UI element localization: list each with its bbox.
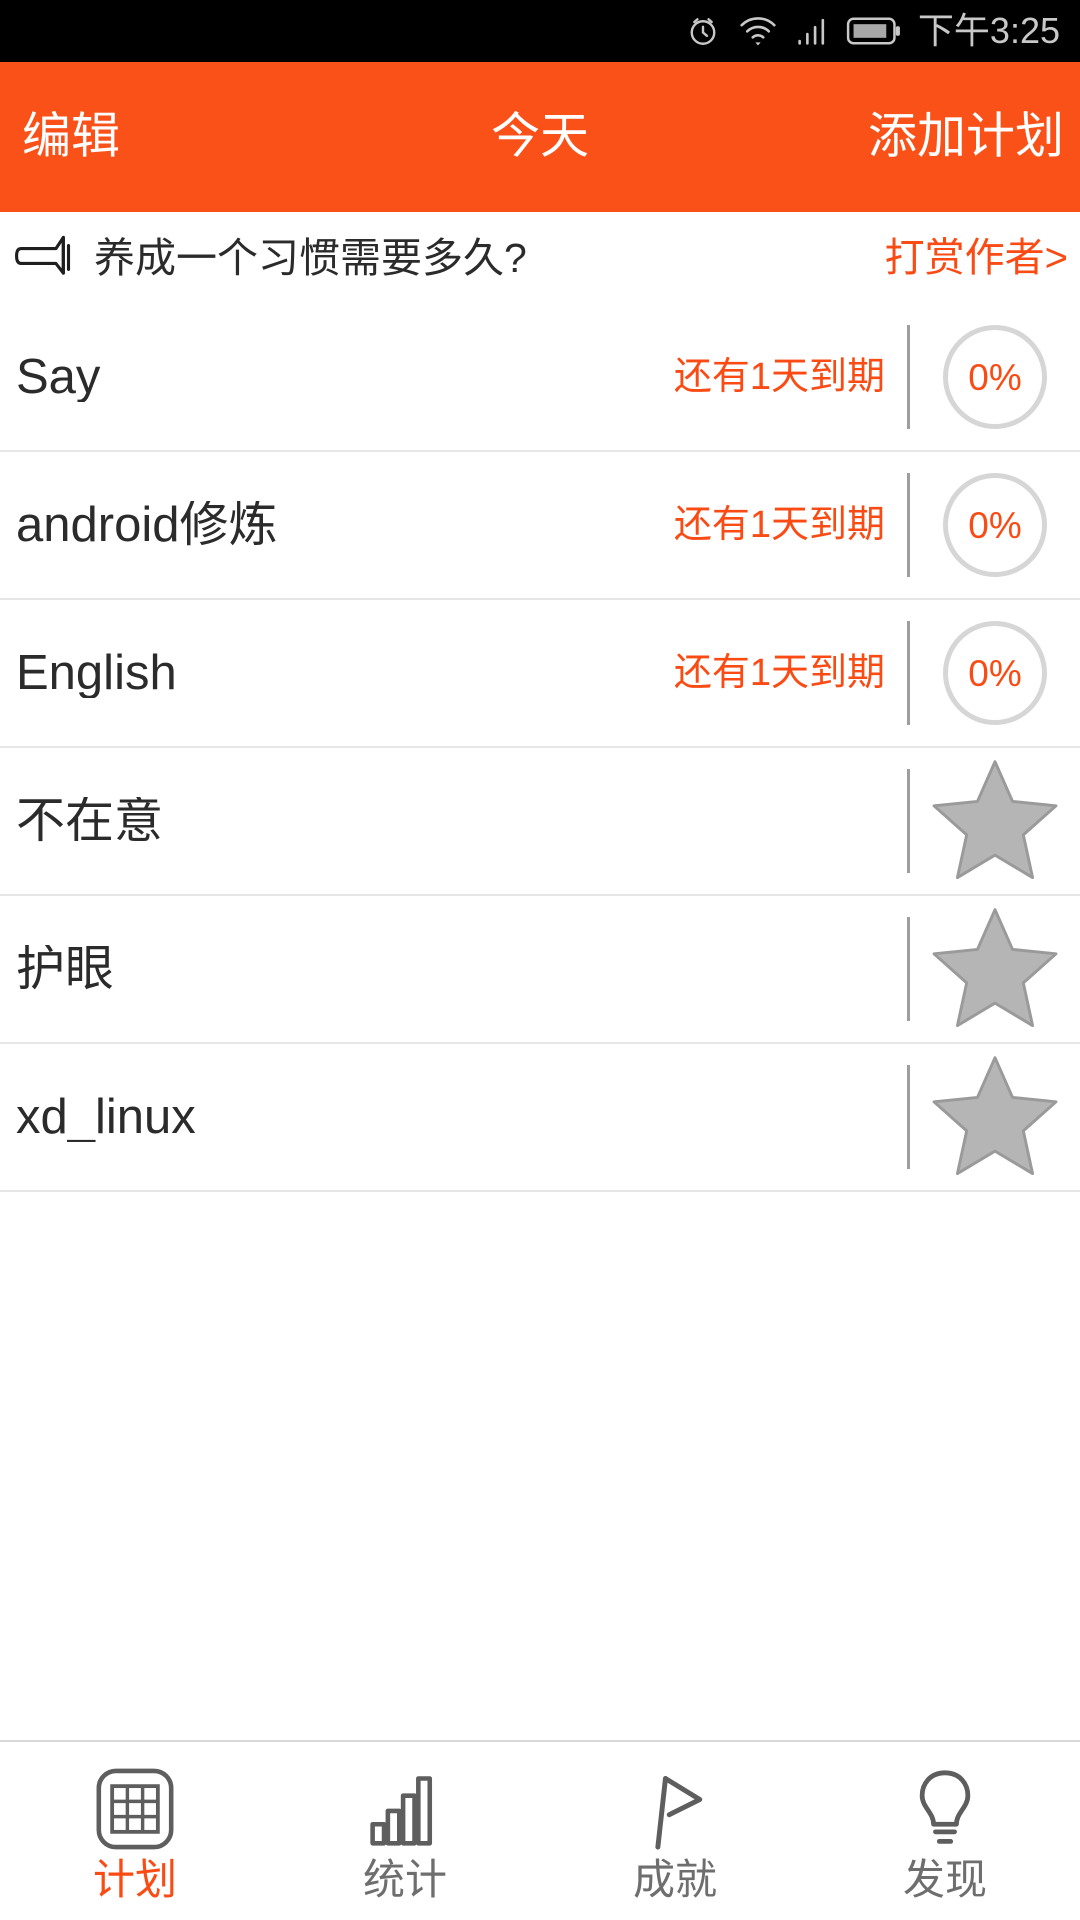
tab-label: 计划 <box>92 1856 177 1903</box>
tab-label: 成就 <box>632 1856 717 1903</box>
status-bar-icons <box>685 13 902 49</box>
progress-ring[interactable]: 0% <box>943 621 1047 725</box>
plan-name: xd_linux <box>16 1092 196 1142</box>
bar-chart-icon <box>365 1767 445 1851</box>
tab-plan[interactable]: 计划 <box>0 1742 270 1920</box>
tab-statistics[interactable]: 统计 <box>270 1742 540 1920</box>
bottom-tab-bar: 计划 统计 成就 发现 <box>0 1740 1080 1920</box>
plan-row[interactable]: xd_linux <box>0 1044 1080 1192</box>
wifi-icon <box>738 14 778 48</box>
plan-row[interactable]: 不在意 <box>0 748 1080 896</box>
promo-banner[interactable]: 养成一个习惯需要多久? 打赏作者> <box>0 212 1080 304</box>
app-bar: 编辑 今天 添加计划 <box>0 62 1080 212</box>
lightbulb-icon <box>905 1767 985 1851</box>
progress-percent: 0% <box>968 504 1022 546</box>
tab-label: 统计 <box>362 1856 447 1903</box>
plan-name: English <box>16 648 177 698</box>
plan-indicator[interactable]: 0% <box>910 325 1080 429</box>
plan-name: 不在意 <box>16 796 164 846</box>
plan-due-text: 还有1天到期 <box>673 504 885 546</box>
tab-discover[interactable]: 发现 <box>810 1742 1080 1920</box>
plan-indicator[interactable] <box>910 1054 1080 1181</box>
plan-row[interactable]: android修炼 还有1天到期 0% <box>0 452 1080 600</box>
tip-author-link[interactable]: 打赏作者> <box>885 238 1068 278</box>
plan-indicator[interactable]: 0% <box>910 621 1080 725</box>
megaphone-icon <box>14 233 80 284</box>
plan-due-text: 还有1天到期 <box>673 356 885 398</box>
app-screen: 下午3:25 编辑 今天 添加计划 养成一个习惯需要多久? 打赏作者> Say … <box>0 0 1080 1920</box>
promo-banner-text: 养成一个习惯需要多久? <box>94 234 527 281</box>
add-plan-button[interactable]: 添加计划 <box>868 112 1064 162</box>
signal-icon <box>795 14 829 48</box>
plan-list: Say 还有1天到期 0% android修炼 还有1天到期 0% Englis… <box>0 304 1080 1740</box>
plan-indicator[interactable] <box>910 758 1080 885</box>
plan-row[interactable]: Say 还有1天到期 0% <box>0 304 1080 452</box>
status-bar-clock: 下午3:25 <box>917 10 1060 51</box>
progress-ring[interactable]: 0% <box>943 473 1047 577</box>
plan-indicator[interactable]: 0% <box>910 473 1080 577</box>
progress-ring[interactable]: 0% <box>943 325 1047 429</box>
star-icon[interactable] <box>931 906 1059 1033</box>
edit-button[interactable]: 编辑 <box>22 112 120 162</box>
battery-icon <box>846 16 902 46</box>
plan-indicator[interactable] <box>910 906 1080 1033</box>
promo-banner-content: 养成一个习惯需要多久? <box>14 233 527 284</box>
plan-name: 护眼 <box>16 944 115 994</box>
plan-name: Say <box>16 352 101 402</box>
star-icon[interactable] <box>931 1054 1059 1181</box>
progress-percent: 0% <box>968 652 1022 694</box>
page-title: 今天 <box>490 109 590 164</box>
plan-row[interactable]: English 还有1天到期 0% <box>0 600 1080 748</box>
alarm-icon <box>685 13 721 49</box>
plan-due-text: 还有1天到期 <box>673 652 885 694</box>
tab-label: 发现 <box>902 1856 987 1903</box>
tab-achievements[interactable]: 成就 <box>540 1742 810 1920</box>
calendar-grid-icon <box>95 1767 175 1851</box>
status-bar: 下午3:25 <box>0 0 1080 62</box>
plan-name: android修炼 <box>16 500 278 550</box>
plan-row[interactable]: 护眼 <box>0 896 1080 1044</box>
flag-icon <box>635 1767 715 1851</box>
progress-percent: 0% <box>968 356 1022 398</box>
star-icon[interactable] <box>931 758 1059 885</box>
